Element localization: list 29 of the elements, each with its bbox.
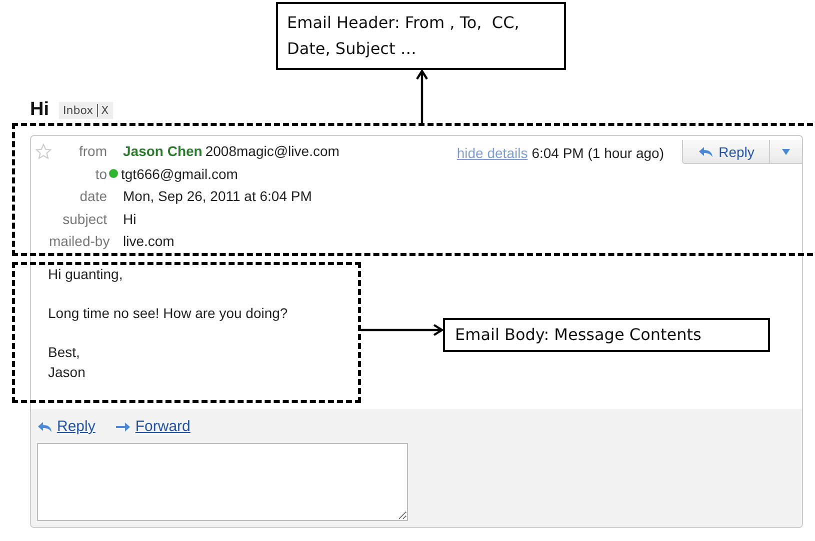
annotation-callout: Email Body: Message Contents xyxy=(443,318,770,352)
field-value: live.com xyxy=(122,233,176,250)
field-label: from xyxy=(78,143,107,160)
message-paragraph: Best, Jason xyxy=(48,343,86,382)
annotation-callout: Email Header: From , To, CC, Date, Subject … xyxy=(276,2,566,70)
reply-button[interactable]: Reply xyxy=(682,140,770,164)
star-icon[interactable] xyxy=(35,142,52,160)
reply-text-box[interactable] xyxy=(37,443,408,521)
field-label: date xyxy=(78,188,107,204)
label-tag[interactable]: Inbox xyxy=(63,104,94,116)
reply-arrow-icon xyxy=(37,420,53,432)
field-value: tgt666@gmail.com xyxy=(121,166,238,182)
message-time: 6:04 PM (1 hour ago) xyxy=(532,145,664,161)
sender-value: Jason Chen 2008magic@live.com xyxy=(122,143,340,160)
forward-link[interactable]: Forward xyxy=(115,418,190,435)
reply-link[interactable]: Reply xyxy=(37,418,96,435)
field-label: subject xyxy=(62,210,107,227)
more-actions-dropdown[interactable] xyxy=(770,140,802,164)
remove-label-button[interactable]: X xyxy=(97,104,109,116)
forward-arrow-icon xyxy=(115,420,132,432)
field-value: Mon, Sep 26, 2011 at 6:04 PM xyxy=(122,188,313,204)
field-value: Hi xyxy=(122,210,138,227)
field-label: to xyxy=(94,166,107,182)
message-paragraph: Long time no see! How are you doing? xyxy=(48,304,289,323)
reply-arrow-icon xyxy=(698,146,714,158)
caret-icon xyxy=(782,148,790,154)
conversation-subject: Hi xyxy=(30,99,49,121)
arrow xyxy=(416,68,428,126)
message-paragraph: Hi guanting, xyxy=(48,265,124,284)
